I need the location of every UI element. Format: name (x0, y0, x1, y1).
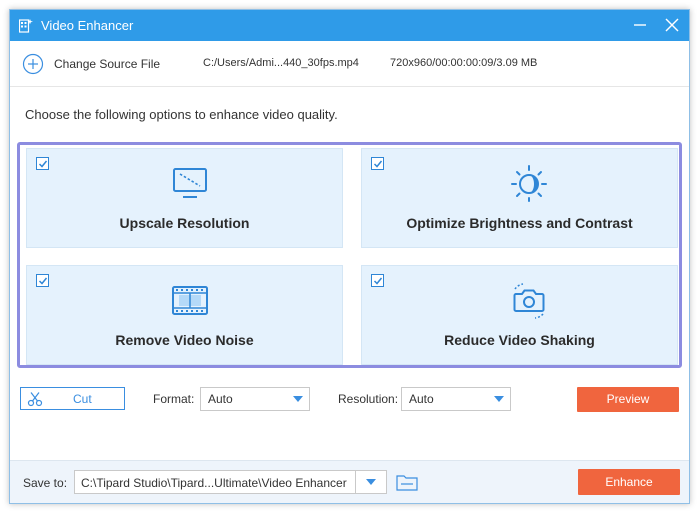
film-icon (172, 286, 208, 315)
instructions-text: Choose the following options to enhance … (25, 107, 338, 122)
upscale-resolution-checkbox[interactable] (36, 157, 49, 170)
checkmark-icon (373, 277, 383, 285)
option-optimize-brightness[interactable]: Optimize Brightness and Contrast (361, 148, 678, 248)
optimize-brightness-checkbox[interactable] (371, 157, 384, 170)
resolution-label: Resolution: (338, 392, 399, 406)
option-reduce-shaking[interactable]: Reduce Video Shaking (361, 265, 678, 365)
format-select[interactable]: Auto (200, 387, 310, 411)
monitor-icon (173, 168, 207, 198)
scissors-icon (27, 392, 43, 407)
source-file-path: C:/Users/Admi...440_30fps.mp4 (203, 57, 359, 69)
preview-button[interactable]: Preview (577, 387, 679, 412)
option-remove-noise[interactable]: Remove Video Noise (26, 265, 343, 365)
enhance-options-panel: Upscale Resolution Optimize Brightness a… (17, 142, 682, 368)
close-icon (665, 18, 679, 32)
add-source-icon[interactable] (22, 53, 44, 75)
remove-noise-label: Remove Video Noise (115, 332, 254, 348)
change-source-file-link[interactable]: Change Source File (54, 57, 160, 71)
checkmark-icon (38, 160, 48, 168)
chevron-down-icon (366, 479, 376, 485)
enhance-button[interactable]: Enhance (578, 469, 680, 495)
reduce-shaking-label: Reduce Video Shaking (444, 332, 595, 348)
source-file-info: 720x960/00:00:00:09/3.09 MB (390, 57, 538, 69)
chevron-down-icon (494, 396, 504, 402)
close-button[interactable] (662, 15, 682, 35)
source-file-row: Change Source File C:/Users/Admi...440_3… (10, 41, 689, 87)
minimize-button[interactable] (630, 15, 650, 35)
resolution-select[interactable]: Auto (401, 387, 511, 411)
camera-icon (513, 283, 545, 319)
option-upscale-resolution[interactable]: Upscale Resolution (26, 148, 343, 248)
window-title: Video Enhancer (41, 18, 134, 33)
format-value: Auto (208, 392, 233, 406)
format-label: Format: (153, 392, 195, 406)
minimize-icon (634, 24, 646, 26)
app-icon (19, 19, 33, 33)
title-bar: Video Enhancer (10, 10, 689, 41)
chevron-down-icon (293, 396, 303, 402)
video-enhancer-window: Video Enhancer Change Source File C:/Use… (9, 9, 690, 504)
save-path-value: C:\Tipard Studio\Tipard...Ultimate\Video… (81, 476, 347, 490)
reduce-shaking-checkbox[interactable] (371, 274, 384, 287)
save-path-dropdown[interactable] (355, 471, 387, 493)
checkmark-icon (373, 160, 383, 168)
checkmark-icon (38, 277, 48, 285)
optimize-brightness-label: Optimize Brightness and Contrast (406, 215, 633, 231)
save-to-label: Save to: (23, 476, 68, 490)
cut-label: Cut (73, 392, 92, 406)
save-path-field[interactable]: C:\Tipard Studio\Tipard...Ultimate\Video… (74, 470, 387, 494)
remove-noise-checkbox[interactable] (36, 274, 49, 287)
footer-bar: Save to: C:\Tipard Studio\Tipard...Ultim… (10, 460, 689, 503)
cut-button[interactable]: Cut (20, 387, 125, 410)
folder-icon[interactable] (396, 473, 418, 491)
brightness-icon (511, 165, 547, 202)
upscale-resolution-label: Upscale Resolution (119, 215, 250, 231)
resolution-value: Auto (409, 392, 434, 406)
